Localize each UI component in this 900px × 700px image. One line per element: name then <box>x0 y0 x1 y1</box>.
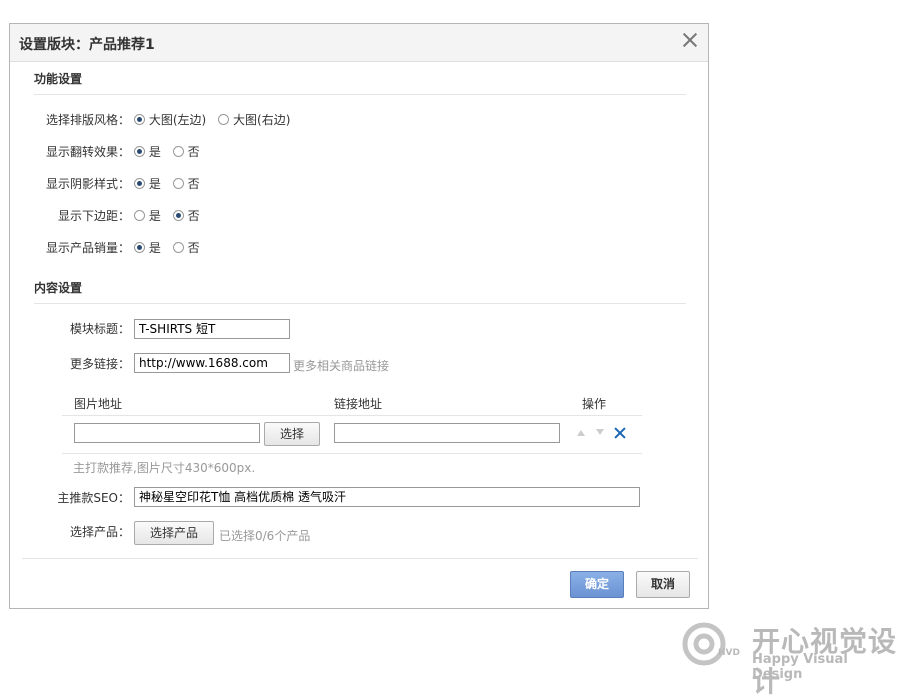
radio-icon[interactable] <box>133 210 145 221</box>
radio-selected-icon[interactable] <box>133 242 145 253</box>
seo-input[interactable]: 神秘星空印花T恤 高档优质棉 透气吸汗 <box>134 487 640 507</box>
image-size-note: 主打款推荐,图片尺寸430*600px. <box>73 461 256 475</box>
flip-no-option[interactable]: 否 <box>172 143 200 161</box>
product-sales-label: 显示产品销量： <box>45 241 130 255</box>
settings-dialog: 设置版块：产品推荐1 功能设置 选择排版风格： 大图(左边) 大图(右边) 显示… <box>9 23 709 609</box>
delete-icon[interactable] <box>614 427 626 439</box>
operation-header: 操作 <box>582 397 607 411</box>
select-product-label: 选择产品： <box>69 525 130 539</box>
section-divider <box>34 303 686 304</box>
radio-icon[interactable] <box>172 146 184 157</box>
link-url-input[interactable] <box>334 423 560 443</box>
margin-no-option[interactable]: 否 <box>172 207 200 225</box>
radio-selected-icon[interactable] <box>133 146 145 157</box>
radio-icon[interactable] <box>172 242 184 253</box>
module-title-row: 模块标题： <box>34 320 130 338</box>
footer-divider <box>22 558 698 559</box>
sales-no-option[interactable]: 否 <box>172 239 200 257</box>
bottom-margin-label: 显示下边距： <box>57 209 130 223</box>
confirm-button[interactable]: 确定 <box>570 571 624 598</box>
more-link-hint: 更多相关商品链接 <box>293 359 390 373</box>
shadow-style-label: 显示阴影样式： <box>45 177 130 191</box>
select-product-row: 选择产品： <box>34 523 130 541</box>
shadow-style-row: 显示阴影样式： 是 否 <box>34 175 208 193</box>
more-link-input[interactable]: http://www.1688.com <box>134 353 290 373</box>
section-divider <box>34 94 686 95</box>
selected-product-count: 已选择0/6个产品 <box>219 529 311 543</box>
radio-selected-icon[interactable] <box>133 178 145 189</box>
sales-yes-option[interactable]: 是 <box>133 239 161 257</box>
select-product-button[interactable]: 选择产品 <box>134 521 214 545</box>
function-settings-heading: 功能设置 <box>34 72 83 86</box>
bottom-margin-row: 显示下边距： 是 否 <box>34 207 208 225</box>
layout-style-row: 选择排版风格： 大图(左边) 大图(右边) <box>34 111 298 129</box>
margin-yes-option[interactable]: 是 <box>133 207 161 225</box>
table-divider <box>62 415 642 416</box>
move-down-icon[interactable] <box>596 429 604 435</box>
layout-left-option[interactable]: 大图(左边) <box>133 111 206 129</box>
shadow-no-option[interactable]: 否 <box>172 175 200 193</box>
seo-row: 主推款SEO： <box>34 489 130 507</box>
product-sales-row: 显示产品销量： 是 否 <box>34 239 208 257</box>
more-link-row: 更多链接： <box>34 355 130 373</box>
flip-yes-option[interactable]: 是 <box>133 143 161 161</box>
more-link-label: 更多链接： <box>69 357 130 371</box>
radio-selected-icon[interactable] <box>133 114 145 125</box>
layout-style-label: 选择排版风格： <box>45 113 130 127</box>
image-url-header: 图片地址 <box>74 397 123 411</box>
image-url-input[interactable] <box>74 423 260 443</box>
table-divider <box>62 453 642 454</box>
module-title-label: 模块标题： <box>69 322 130 336</box>
flip-effect-label: 显示翻转效果： <box>45 145 130 159</box>
radio-icon[interactable] <box>218 114 230 125</box>
seo-label: 主推款SEO： <box>57 491 130 505</box>
watermark-english: Happy Visual Design <box>752 652 848 682</box>
layout-right-option[interactable]: 大图(右边) <box>218 111 290 129</box>
close-icon[interactable] <box>682 32 698 48</box>
module-title-input[interactable]: T-SHIRTS 短T <box>134 319 290 339</box>
hvd-logo-icon <box>682 622 726 666</box>
dialog-header: 设置版块：产品推荐1 <box>10 24 708 62</box>
content-settings-heading: 内容设置 <box>34 281 83 295</box>
move-up-icon[interactable] <box>577 430 585 436</box>
watermark-abbr: HVD <box>718 648 740 658</box>
shadow-yes-option[interactable]: 是 <box>133 175 161 193</box>
flip-effect-row: 显示翻转效果： 是 否 <box>34 143 208 161</box>
choose-image-button[interactable]: 选择 <box>264 422 320 446</box>
cancel-button[interactable]: 取消 <box>636 571 690 598</box>
radio-selected-icon[interactable] <box>172 210 184 221</box>
link-url-header: 链接地址 <box>334 397 383 411</box>
dialog-title: 设置版块：产品推荐1 <box>19 37 155 53</box>
radio-icon[interactable] <box>172 178 184 189</box>
